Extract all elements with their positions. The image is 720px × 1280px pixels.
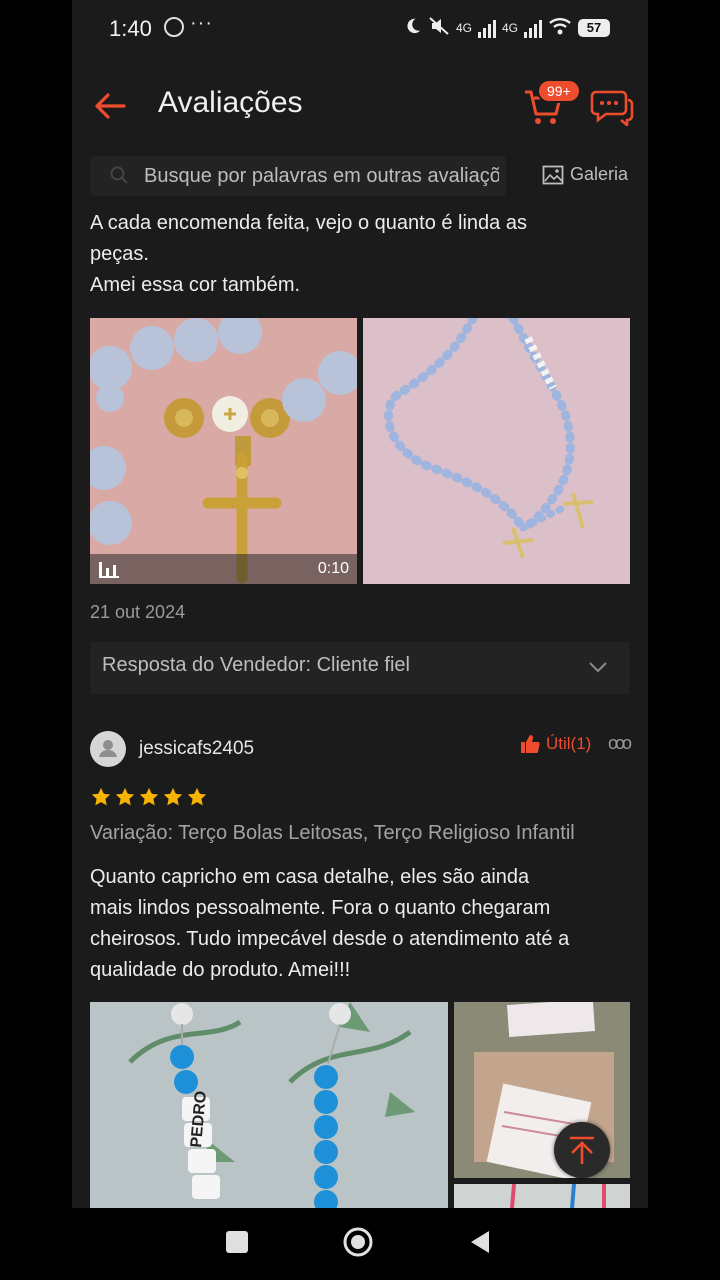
home-button[interactable] [342, 1226, 374, 1258]
review-comment: A cada encomenda feita, vejo o quanto é … [90, 208, 630, 301]
back-to-top-button[interactable] [554, 1122, 610, 1178]
video-indicator-icon [99, 562, 119, 578]
back-arrow-icon[interactable] [90, 86, 130, 126]
gallery-label: Galeria [570, 164, 629, 184]
review-search-input[interactable] [144, 160, 499, 192]
review-comment-line: qualidade do produto. Amei!!! [90, 959, 351, 981]
product-variation: Variação: Terço Bolas Leitosas, Terço Re… [90, 822, 575, 844]
status-bar: 1:40 ··· 4G 4G 57 [72, 0, 648, 56]
rosary-closeup-image [90, 318, 357, 584]
reviewer-username[interactable]: jessicafs2405 [139, 738, 254, 760]
user-avatar[interactable] [90, 731, 126, 767]
arrow-up-icon [570, 1136, 594, 1164]
video-duration: 0:10 [317, 560, 349, 577]
gallery-button[interactable]: Galeria [542, 164, 628, 185]
review-date: 21 out 2024 [90, 602, 186, 622]
review-photo[interactable]: PEDRO [90, 1002, 448, 1208]
useful-button[interactable]: Útil(1) [520, 734, 591, 754]
star-icon [91, 787, 111, 806]
reviews-screen: 1:40 ··· 4G 4G 57 Avaliações 99+ Busque … [72, 0, 648, 1208]
recent-apps-button[interactable] [226, 1231, 248, 1253]
star-icon [139, 787, 159, 806]
mute-icon [428, 16, 450, 39]
chat-icon[interactable] [590, 86, 634, 126]
system-back-button[interactable] [467, 1229, 493, 1255]
wifi-icon [548, 16, 572, 39]
review-photo[interactable] [454, 1184, 630, 1208]
review-comment-line: peças. [90, 243, 149, 265]
more-notifications-icon: ··· [190, 12, 213, 34]
review-comment: Quanto capricho em casa detalhe, eles sã… [90, 862, 630, 986]
rating-stars [90, 786, 208, 808]
thumbs-up-icon [521, 735, 540, 753]
more-options-icon[interactable]: ooo [608, 733, 632, 754]
review-comment-line: mais lindos pessoalmente. Fora o quanto … [90, 897, 551, 919]
blue-rosary-image: PEDRO [90, 1002, 448, 1208]
review-comment-line: A cada encomenda feita, vejo o quanto é … [90, 212, 527, 234]
review-comment-line: Quanto capricho em casa detalhe, eles sã… [90, 866, 530, 888]
signal-1-icon [477, 18, 496, 38]
chevron-down-icon [589, 662, 607, 673]
rosary-full-image [363, 318, 630, 584]
signal-2-label: 4G [501, 20, 518, 35]
signal-1-label: 4G [455, 20, 472, 35]
status-time: 1:40 [109, 16, 152, 41]
image-icon [542, 165, 564, 184]
signal-2-icon [524, 18, 542, 38]
app-header: Avaliações 99+ [72, 60, 648, 150]
search-icon [110, 166, 128, 184]
beads-image [454, 1184, 630, 1208]
cart-count-badge: 99+ [537, 79, 581, 103]
useful-count: Útil(1) [546, 734, 592, 753]
page-title: Avaliações [158, 86, 303, 119]
battery-icon: 57 [578, 18, 610, 37]
video-overlay-bar: 0:10 [90, 554, 357, 584]
seller-reply-collapsible[interactable]: Resposta do Vendedor: Cliente fiel [90, 642, 630, 694]
star-icon [163, 787, 183, 806]
status-icons: 4G 4G 57 [404, 16, 610, 39]
whatsapp-icon [164, 17, 184, 37]
review-comment-line: cheirosos. Tudo impecável desde o atendi… [90, 928, 570, 950]
review-video-thumbnail[interactable]: 0:10 [90, 318, 357, 584]
review-photo[interactable] [363, 318, 630, 584]
star-icon [187, 787, 207, 806]
review-search-bar[interactable] [90, 156, 506, 196]
person-icon [99, 740, 117, 757]
seller-reply-label: Resposta do Vendedor: Cliente fiel [102, 654, 410, 676]
star-icon [115, 787, 135, 806]
do-not-disturb-icon [404, 17, 422, 38]
review-comment-line: Amei essa cor também. [90, 274, 301, 296]
